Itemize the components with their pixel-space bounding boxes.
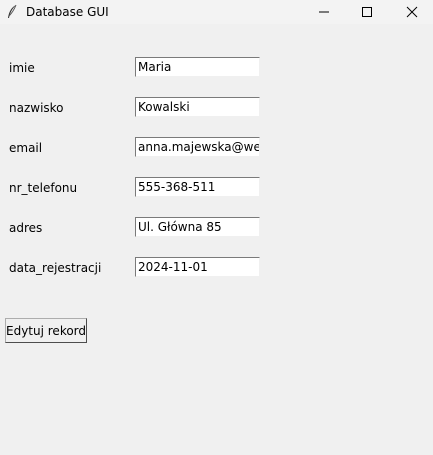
- maximize-button[interactable]: [344, 0, 390, 24]
- data-rejestracji-label: data_rejestracji: [9, 261, 102, 275]
- imie-label: imie: [9, 61, 35, 75]
- close-icon: [406, 6, 418, 18]
- edit-record-button[interactable]: Edytuj rekord: [5, 318, 87, 343]
- maximize-icon: [362, 7, 372, 17]
- close-button[interactable]: [389, 0, 433, 24]
- data-rejestracji-input[interactable]: [135, 257, 260, 277]
- title-bar[interactable]: Database GUI: [0, 0, 433, 24]
- nazwisko-label: nazwisko: [9, 101, 64, 115]
- imie-input[interactable]: [135, 57, 260, 77]
- nazwisko-input[interactable]: [135, 97, 260, 117]
- feather-icon: [6, 4, 18, 20]
- window-title: Database GUI: [26, 5, 109, 19]
- email-input[interactable]: [135, 137, 260, 157]
- nr-telefonu-input[interactable]: [135, 177, 260, 197]
- adres-label: adres: [9, 221, 43, 235]
- minimize-icon: [319, 11, 329, 13]
- nr-telefonu-label: nr_telefonu: [9, 181, 78, 195]
- adres-input[interactable]: [135, 217, 260, 237]
- email-label: email: [9, 141, 43, 155]
- minimize-button[interactable]: [301, 0, 347, 24]
